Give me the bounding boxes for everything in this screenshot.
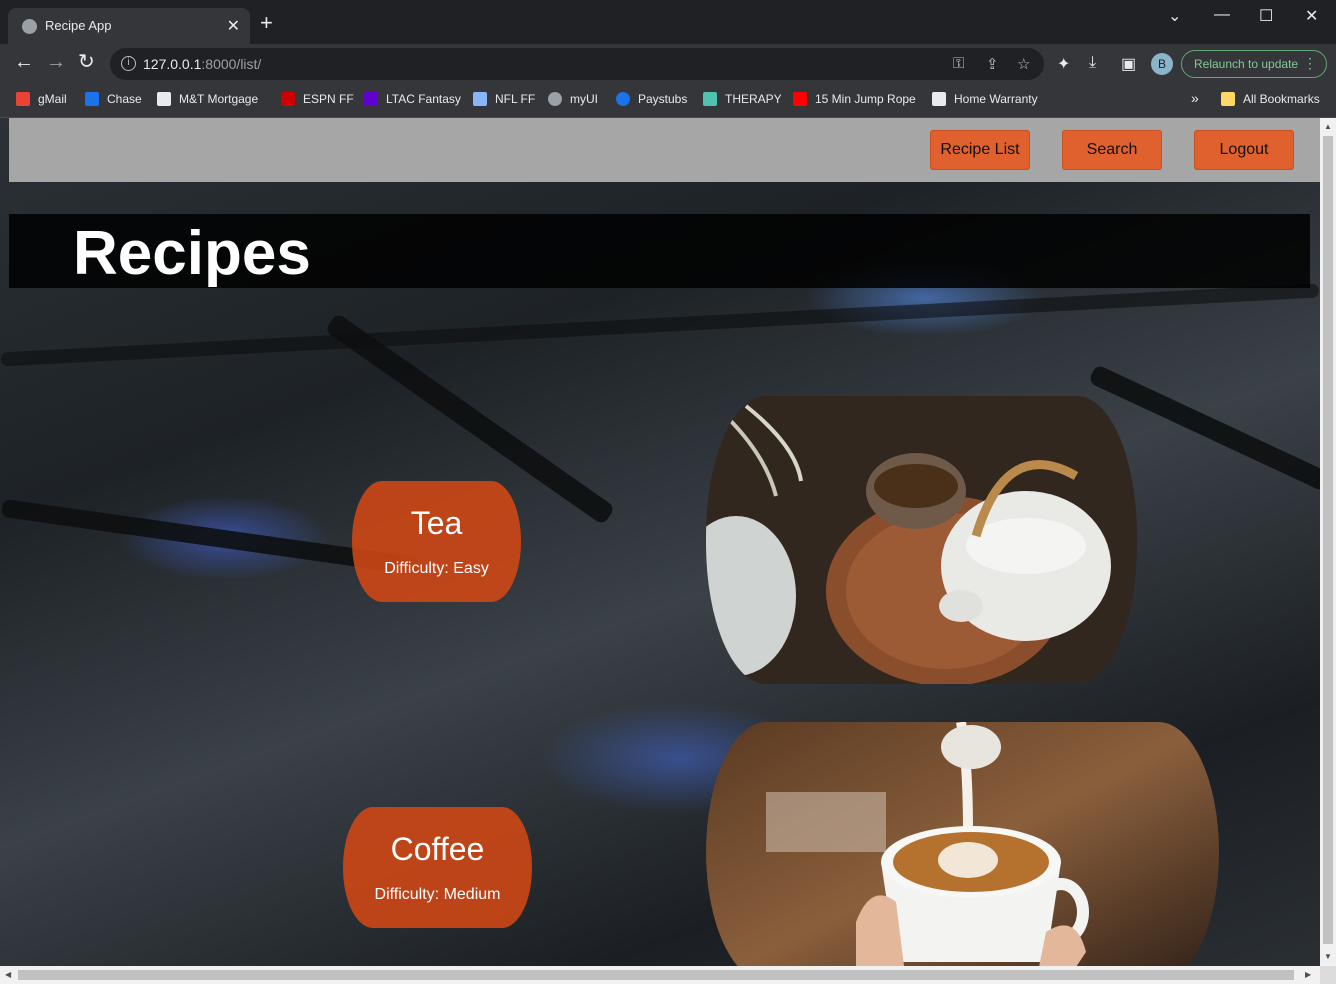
globe-icon — [22, 19, 37, 34]
horizontal-scrollbar-thumb[interactable] — [18, 970, 1294, 980]
horizontal-scrollbar[interactable]: ◀ ▶ — [0, 966, 1320, 984]
side-panel-icon[interactable]: ▣ — [1121, 54, 1136, 74]
recipe-name: Tea — [410, 505, 463, 541]
new-tab-button[interactable]: + — [260, 12, 273, 34]
scroll-down-icon[interactable]: ▼ — [1324, 952, 1332, 961]
close-window-icon[interactable]: ✕ — [1305, 6, 1318, 26]
browser-toolbar: ← → ↻ i 127.0.0.1:8000/list/ ⚿ ⇪ ☆ ✦ ⤓ ▣… — [0, 44, 1336, 84]
recipe-image-coffee[interactable] — [706, 722, 1219, 966]
bookmark-myui[interactable]: myUI — [548, 92, 598, 106]
recipe-image-tea[interactable] — [706, 396, 1137, 684]
extensions-icon[interactable]: ✦ — [1057, 54, 1070, 74]
page-title: Recipes — [73, 219, 311, 288]
stove-grate — [0, 283, 1320, 367]
bookmark-label: M&T Mortgage — [179, 92, 259, 106]
coffee-image — [706, 722, 1219, 966]
key-icon[interactable]: ⚿ — [953, 55, 964, 72]
minimize-icon[interactable]: — — [1214, 6, 1230, 24]
recipe-name: Coffee — [390, 831, 485, 867]
yahoo-icon — [364, 92, 378, 106]
address-bar[interactable]: i 127.0.0.1:8000/list/ ⚿ ⇪ ☆ — [110, 48, 1044, 80]
bookmark-gmail[interactable]: gMail — [16, 92, 67, 106]
star-icon[interactable]: ☆ — [1017, 55, 1030, 73]
bookmark-label: Chase — [107, 92, 142, 106]
scroll-left-icon[interactable]: ◀ — [5, 970, 11, 979]
bookmark-mt-mortgage[interactable]: M&T Mortgage — [157, 92, 258, 106]
scroll-right-icon[interactable]: ▶ — [1305, 970, 1311, 979]
bookmark-therapy[interactable]: THERAPY — [703, 92, 782, 106]
maximize-icon[interactable]: ☐ — [1259, 6, 1273, 26]
back-icon[interactable]: ← — [14, 52, 34, 72]
url-host: 127.0.0.1 — [143, 56, 202, 72]
bookmark-label: NFL FF — [495, 92, 536, 106]
download-icon[interactable]: ⤓ — [1089, 54, 1096, 72]
bookmark-label: Paystubs — [638, 92, 688, 106]
page-header: Recipes — [9, 214, 1310, 288]
url-text[interactable]: 127.0.0.1:8000/list/ — [143, 56, 261, 72]
vertical-scrollbar[interactable]: ▲ ▼ — [1320, 118, 1336, 966]
paystubs-icon — [616, 92, 630, 106]
bookmark-paystubs[interactable]: Paystubs — [616, 92, 687, 106]
tab-search-icon[interactable]: ⌄ — [1168, 6, 1181, 26]
reload-icon[interactable]: ↻ — [78, 52, 95, 72]
all-bookmarks-label: All Bookmarks — [1243, 92, 1320, 106]
relaunch-button[interactable]: Relaunch to update ⋮ — [1181, 50, 1327, 78]
bookmark-label: LTAC Fantasy — [386, 92, 461, 106]
scroll-up-icon[interactable]: ▲ — [1324, 122, 1332, 131]
page-viewport: Recipe List Search Logout Recipes Tea Di… — [0, 118, 1320, 966]
scrollbar-corner — [1320, 966, 1336, 984]
bookmark-label: Home Warranty — [954, 92, 1038, 106]
bookmark-label: myUI — [570, 92, 598, 106]
search-button[interactable]: Search — [1062, 130, 1162, 170]
browser-chrome: Recipe App ✕ + ⌄ — ☐ ✕ ← → ↻ i 127.0.0.1… — [0, 0, 1336, 118]
gmail-icon — [16, 92, 30, 106]
bookmarks-bar: gMail Chase M&T Mortgage ESPN FF LTAC Fa… — [0, 84, 1336, 118]
espn-icon — [281, 92, 295, 106]
forward-icon[interactable]: → — [46, 52, 66, 72]
recipe-card-tea[interactable]: Tea Difficulty: Easy — [352, 481, 521, 602]
teapot-image — [706, 396, 1137, 684]
bookmark-ltac-fantasy[interactable]: LTAC Fantasy — [364, 92, 461, 106]
browser-tab[interactable]: Recipe App ✕ — [8, 8, 250, 44]
menu-dots-icon[interactable]: ⋮ — [1303, 55, 1317, 72]
more-bookmarks-icon[interactable]: » — [1191, 90, 1199, 106]
logout-button[interactable]: Logout — [1194, 130, 1294, 170]
recipe-difficulty: Difficulty: Easy — [384, 560, 489, 577]
recipe-difficulty: Difficulty: Medium — [374, 886, 501, 903]
tab-close-icon[interactable]: ✕ — [227, 16, 240, 36]
therapy-icon — [703, 92, 717, 106]
globe-icon — [548, 92, 562, 106]
site-info-icon[interactable]: i — [121, 56, 136, 71]
nfl-icon — [473, 92, 487, 106]
share-icon[interactable]: ⇪ — [986, 55, 999, 73]
app-navbar: Recipe List Search Logout — [9, 118, 1320, 182]
profile-avatar[interactable]: B — [1151, 53, 1173, 75]
folder-icon — [1221, 92, 1235, 106]
bookmark-home-warranty[interactable]: Home Warranty — [932, 92, 1038, 106]
tab-strip: Recipe App ✕ + ⌄ — ☐ ✕ — [0, 0, 1336, 44]
bookmark-chase[interactable]: Chase — [85, 92, 142, 106]
chase-icon — [85, 92, 99, 106]
relaunch-label: Relaunch to update — [1194, 57, 1299, 71]
recipe-card-coffee[interactable]: Coffee Difficulty: Medium — [343, 807, 532, 928]
bookmark-jump-rope[interactable]: 15 Min Jump Rope — [793, 92, 916, 106]
bookmark-espn-ff[interactable]: ESPN FF — [281, 92, 354, 106]
bookmark-label: gMail — [38, 92, 67, 106]
vertical-scrollbar-thumb[interactable] — [1323, 136, 1333, 944]
recipe-list-button[interactable]: Recipe List — [930, 130, 1030, 170]
all-bookmarks[interactable]: All Bookmarks — [1221, 92, 1320, 106]
bookmark-label: ESPN FF — [303, 92, 354, 106]
bookmark-label: THERAPY — [725, 92, 782, 106]
mt-bank-icon — [157, 92, 171, 106]
bookmark-label: 15 Min Jump Rope — [815, 92, 916, 106]
tab-title: Recipe App — [45, 18, 112, 33]
bookmark-nfl-ff[interactable]: NFL FF — [473, 92, 535, 106]
url-path: :8000/list/ — [201, 56, 262, 72]
home-warranty-icon — [932, 92, 946, 106]
youtube-icon — [793, 92, 807, 106]
